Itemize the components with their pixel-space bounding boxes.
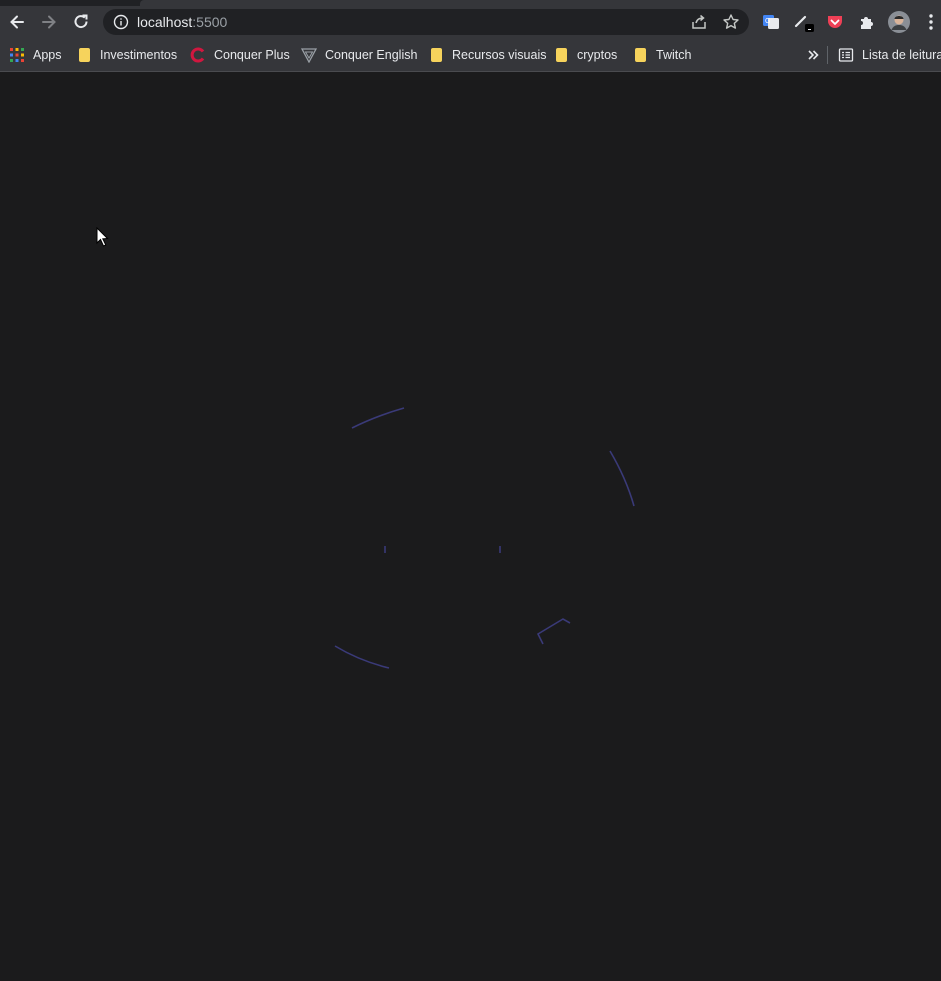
url-host: localhost: [137, 14, 193, 30]
bookmark-conquer-english[interactable]: Conquer English: [301, 46, 417, 64]
bookmark-twitch[interactable]: Twitch: [632, 46, 691, 64]
bookmark-label: Conquer Plus: [214, 48, 290, 62]
chrome-menu-button[interactable]: [920, 11, 941, 33]
pen-extension[interactable]: [792, 11, 814, 33]
bookmark-recursos-visuais[interactable]: Recursos visuais: [428, 46, 546, 64]
pocket-icon: [828, 16, 842, 28]
folder-icon: [632, 47, 648, 63]
google-translate-extension[interactable]: G: [760, 11, 782, 33]
pen-icon: [794, 15, 814, 32]
bookmark-apps[interactable]: Apps: [9, 46, 62, 64]
bookmark-conquer-plus[interactable]: Conquer Plus: [190, 46, 290, 64]
arc-stroke-top: [351, 407, 405, 429]
address-bar[interactable]: localhost:5500: [103, 9, 749, 35]
bookmarks-bar: Apps Investimentos Conquer Plus Conquer …: [0, 38, 941, 72]
reading-list-button[interactable]: Lista de leitura: [838, 46, 941, 64]
arrow-right-icon: [42, 15, 56, 29]
share-icon[interactable]: [690, 13, 708, 31]
reading-list-icon: [838, 47, 854, 63]
mouse-cursor-icon: [96, 227, 109, 247]
pocket-extension[interactable]: [824, 11, 846, 33]
bookmark-label: cryptos: [577, 48, 618, 62]
page-canvas[interactable]: [0, 72, 941, 981]
star-icon[interactable]: [722, 13, 740, 31]
svg-text:G: G: [765, 18, 770, 25]
bookmark-label: Lista de leitura: [862, 48, 941, 62]
bookmark-label: Conquer English: [325, 48, 418, 62]
bookmark-label: Apps: [33, 48, 62, 62]
kebab-menu-icon: [929, 14, 933, 30]
arrow-left-icon: [10, 15, 24, 29]
canvas-drawing: [334, 407, 635, 669]
folder-icon: [428, 47, 444, 63]
arc-stroke-right: [609, 450, 635, 507]
translate-icon: G: [763, 15, 779, 29]
more-bookmarks-button[interactable]: [806, 46, 820, 64]
folder-icon: [553, 47, 569, 63]
bookmark-label: Investimentos: [100, 48, 178, 62]
double-chevron-right-icon: [808, 50, 819, 60]
bookmark-investimentos[interactable]: Investimentos: [76, 46, 177, 64]
url-port: :5500: [192, 14, 228, 30]
bookmarks-divider: [827, 46, 828, 64]
conquer-english-icon: [301, 47, 317, 63]
reload-icon: [74, 14, 88, 29]
url-text[interactable]: localhost:5500: [137, 14, 227, 30]
avatar: [888, 11, 910, 33]
bookmark-cryptos[interactable]: cryptos: [553, 46, 617, 64]
extensions-button[interactable]: [856, 11, 878, 33]
forward-button[interactable]: [38, 11, 60, 33]
zigzag-stroke: [536, 618, 571, 645]
puzzle-icon: [861, 17, 873, 29]
apps-grid-icon: [9, 47, 25, 63]
reload-button[interactable]: [70, 11, 92, 33]
folder-icon: [76, 47, 92, 63]
bookmark-label: Recursos visuais: [452, 48, 547, 62]
profile-button[interactable]: [888, 11, 910, 33]
info-icon[interactable]: [113, 14, 129, 30]
arc-stroke-bottom-left: [334, 645, 390, 669]
back-button[interactable]: [6, 11, 28, 33]
conquer-plus-icon: [190, 47, 206, 63]
bookmark-label: Twitch: [656, 48, 692, 62]
browser-toolbar: localhost:5500 G: [0, 6, 941, 38]
